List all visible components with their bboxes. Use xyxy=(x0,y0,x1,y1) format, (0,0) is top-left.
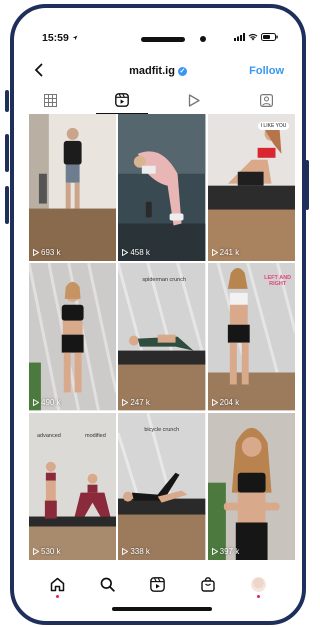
view-count: 490 k xyxy=(33,398,61,407)
tab-posts-grid[interactable] xyxy=(14,86,86,114)
view-count: 204 k xyxy=(211,398,239,407)
nav-search[interactable] xyxy=(96,572,120,596)
tab-reels[interactable] xyxy=(86,86,158,114)
play-icon xyxy=(33,398,39,406)
play-icon xyxy=(188,93,200,107)
overlay-text: spiderman crunch xyxy=(142,277,187,284)
camera-dot xyxy=(200,36,206,42)
overlay-text: modified xyxy=(85,432,106,439)
side-button-volume-down xyxy=(5,186,9,224)
notification-dot xyxy=(55,595,59,598)
reel-image xyxy=(118,114,206,262)
profile-header: madfit.ig ✓ Follow xyxy=(14,60,302,88)
nav-home[interactable] xyxy=(45,572,69,598)
wifi-icon xyxy=(248,33,258,41)
play-icon xyxy=(122,398,129,406)
view-count: 693 k xyxy=(33,248,61,257)
dynamic-island xyxy=(141,37,185,42)
side-button-top xyxy=(5,90,9,112)
reel-thumbnail[interactable]: 490 k xyxy=(29,263,117,411)
reel-thumbnail[interactable]: I LIKE YOU 241 k xyxy=(207,114,295,262)
play-icon xyxy=(211,398,218,406)
reel-thumbnail[interactable]: 397 k xyxy=(207,412,295,560)
battery-icon xyxy=(261,33,278,41)
status-icons xyxy=(234,33,278,41)
reel-thumbnail[interactable]: advanced modified 530 k xyxy=(29,412,117,560)
tab-tagged[interactable] xyxy=(230,86,302,114)
play-icon xyxy=(33,249,39,257)
profile-tabs xyxy=(14,86,302,114)
verified-badge-icon: ✓ xyxy=(177,67,187,76)
nav-shop[interactable] xyxy=(196,572,220,596)
shop-icon xyxy=(201,576,216,592)
home-icon xyxy=(50,577,64,591)
reel-image xyxy=(118,263,206,411)
reel-image xyxy=(118,412,206,560)
reel-image xyxy=(29,263,117,411)
view-count: 530 k xyxy=(33,547,61,556)
overlay-text: advanced xyxy=(37,432,61,439)
view-count: 241 k xyxy=(211,248,239,257)
nav-profile[interactable] xyxy=(247,572,271,598)
reel-thumbnail[interactable]: 458 k xyxy=(118,114,206,262)
nav-reels[interactable] xyxy=(146,572,170,596)
bottom-nav xyxy=(14,566,302,602)
username: madfit.ig xyxy=(129,65,175,77)
signal-icon xyxy=(234,33,245,41)
view-count: 458 k xyxy=(122,248,150,257)
phone-screen: 15:59 madfit.ig ✓ Follow 693 k 458 k I L… xyxy=(10,4,306,625)
overlay-text: bicycle crunch xyxy=(144,426,180,433)
reels-icon xyxy=(150,576,166,592)
reel-image xyxy=(29,114,117,262)
notification-dot xyxy=(257,595,261,598)
profile-avatar xyxy=(251,576,267,592)
reel-thumbnail[interactable]: 693 k xyxy=(29,114,117,262)
reel-image xyxy=(207,412,295,560)
overlay-text: I LIKE YOU xyxy=(257,122,290,130)
follow-button[interactable]: Follow xyxy=(249,65,284,77)
play-icon xyxy=(211,547,218,555)
reel-thumbnail[interactable]: LEFT AND RIGHT 204 k xyxy=(207,263,295,411)
reel-image xyxy=(207,114,295,262)
tab-videos[interactable] xyxy=(158,86,230,114)
status-time: 15:59 xyxy=(42,32,78,44)
reel-thumbnail[interactable]: spiderman crunch 247 k xyxy=(118,263,206,411)
search-icon xyxy=(100,577,115,592)
view-count: 247 k xyxy=(122,398,150,407)
play-icon xyxy=(211,249,218,257)
view-count: 338 k xyxy=(122,547,150,556)
play-icon xyxy=(122,249,129,257)
reels-grid: 693 k 458 k I LIKE YOU 241 k 490 k spide… xyxy=(29,114,295,560)
reel-thumbnail[interactable]: bicycle crunch 338 k xyxy=(118,412,206,560)
tagged-icon xyxy=(259,93,273,107)
reels-icon xyxy=(115,93,129,107)
play-icon xyxy=(122,547,129,555)
location-arrow-icon xyxy=(72,35,78,41)
view-count: 397 k xyxy=(211,547,239,556)
play-icon xyxy=(33,547,39,555)
grid-icon xyxy=(43,93,57,107)
side-button-volume-up xyxy=(5,134,9,172)
overlay-text: LEFT AND RIGHT xyxy=(264,275,292,288)
status-bar: 15:59 xyxy=(14,8,302,52)
home-indicator xyxy=(112,607,212,611)
